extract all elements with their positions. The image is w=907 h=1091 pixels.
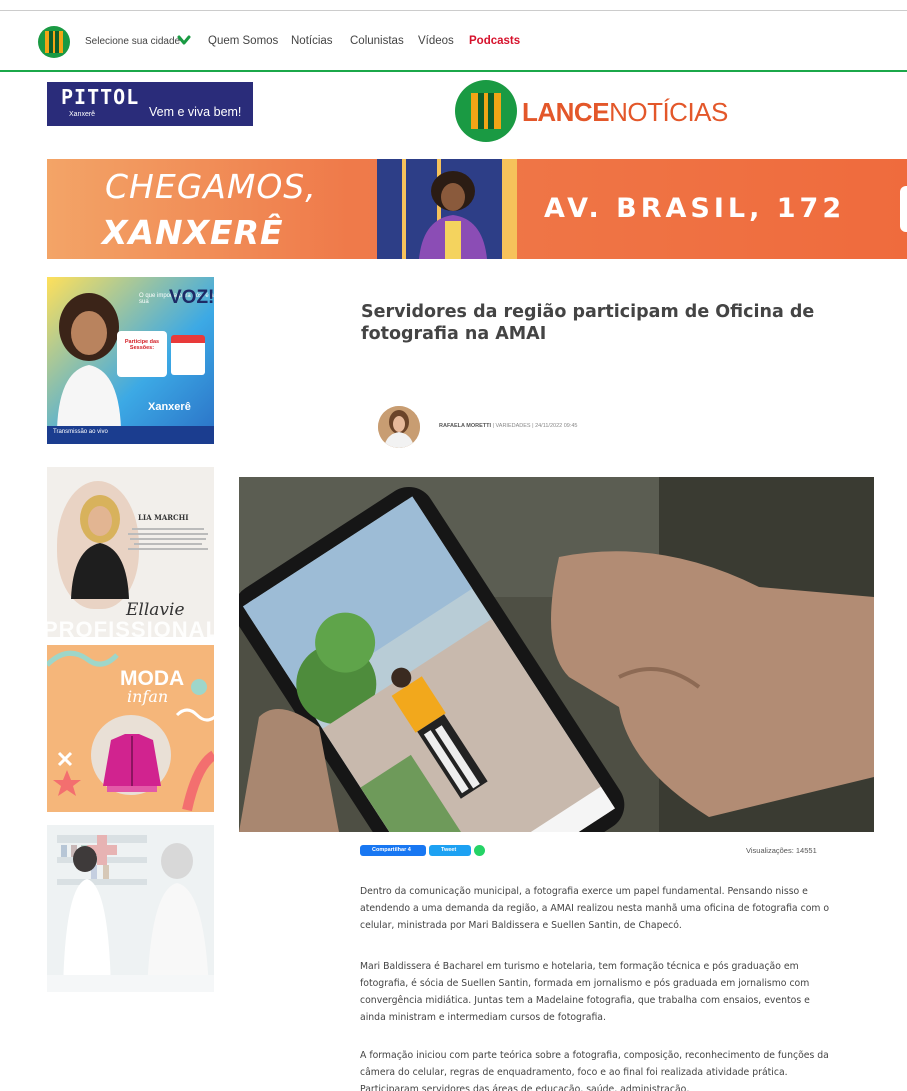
pittol-sub: Xanxerê — [69, 111, 96, 118]
article-title: Servidores da região participam de Ofici… — [361, 302, 815, 344]
author-avatar[interactable] — [378, 406, 420, 448]
site-logo[interactable] — [455, 80, 517, 142]
ad3-infan: infan — [127, 687, 169, 706]
pharmacy-ad[interactable] — [47, 825, 214, 992]
banner-line1: CHEGAMOS, — [105, 167, 317, 206]
article-byline: RAFAELA MORETTI | VARIEDADES | 24/11/202… — [439, 423, 577, 429]
banner-address: AV. BRASIL, 172 — [544, 193, 846, 224]
site-logo-small[interactable] — [38, 26, 70, 58]
ad1-city: Xanxerê — [148, 401, 191, 413]
ad2-woman-image — [71, 495, 129, 599]
byline-meta: | VARIEDADES | 24/11/2022 09:45 — [491, 423, 578, 429]
nav-link-podcasts[interactable]: Podcasts — [469, 35, 520, 47]
moda-infantil-ad[interactable]: MODA infan — [47, 645, 214, 812]
banner-yellow-stripe — [502, 159, 517, 259]
article-paragraph: Dentro da comunicação municipal, a fotog… — [360, 886, 830, 931]
nav-link-colunistas[interactable]: Colunistas — [350, 35, 404, 47]
tweet-button[interactable]: Tweet — [429, 845, 471, 856]
ad2-name: LIA MARCHI — [138, 513, 189, 522]
article-paragraph: A formação iniciou com parte teórica sob… — [360, 1050, 829, 1091]
article-paragraph: Mari Baldissera é Bacharel em turismo e … — [360, 961, 810, 1023]
facebook-share-button[interactable]: Compartilhar 4 — [360, 845, 426, 856]
pittol-tagline: Vem e viva bem! — [149, 105, 242, 119]
ad1-participe: Participe das Sessões: — [124, 339, 160, 351]
article-photo — [239, 477, 874, 832]
banner-tab — [900, 186, 907, 232]
nav-link-quem-somos[interactable]: Quem Somos — [208, 35, 278, 47]
nav-divider — [0, 70, 907, 72]
author-name[interactable]: RAFAELA MORETTI — [439, 423, 491, 429]
ad1-voz: VOZ! — [169, 287, 214, 308]
pittol-ad-banner[interactable]: PITTOL Xanxerê Vem e viva bem! — [47, 82, 253, 126]
chegamos-ad-banner[interactable]: CHEGAMOS, XANXERÊ AV. BRASIL, 172 — [47, 159, 907, 259]
facebook-share-label: Compartilhar — [372, 847, 407, 853]
tweet-label: Tweet — [441, 847, 457, 853]
site-name[interactable]: LANCENOTÍCIAS — [522, 97, 728, 128]
whatsapp-icon[interactable] — [474, 845, 485, 856]
calendar-icon — [171, 335, 205, 375]
ad3-coat-image — [103, 734, 161, 792]
nav-link-noticias[interactable]: Notícias — [291, 35, 333, 47]
top-border — [0, 10, 907, 11]
camara-voz-ad[interactable]: O que importa para nós, é a sua VOZ! Par… — [47, 277, 214, 444]
site-name-light: NOTÍCIAS — [609, 97, 728, 127]
nav-link-videos[interactable]: Vídeos — [418, 35, 454, 47]
view-count: Visualizações: 14551 — [746, 846, 817, 855]
ad-woman-image — [57, 293, 121, 429]
lia-marchi-ad[interactable]: LIA MARCHI Ellavie PROFISSIONAL — [47, 467, 214, 637]
city-select-label[interactable]: Selecione sua cidade — [85, 36, 180, 47]
ad1-card — [117, 331, 167, 377]
chevron-down-icon[interactable] — [177, 33, 191, 47]
site-name-bold: LANCE — [522, 97, 610, 127]
ad1-transmission: Transmissão ao vivo — [53, 429, 108, 435]
pittol-brand: PITTOL — [61, 85, 140, 109]
ad2-description — [126, 525, 210, 553]
banner-line2: XANXERÊ — [102, 213, 284, 252]
banner-person-image — [419, 171, 487, 259]
ad2-watermark: PROFISSIONAL — [47, 617, 214, 637]
